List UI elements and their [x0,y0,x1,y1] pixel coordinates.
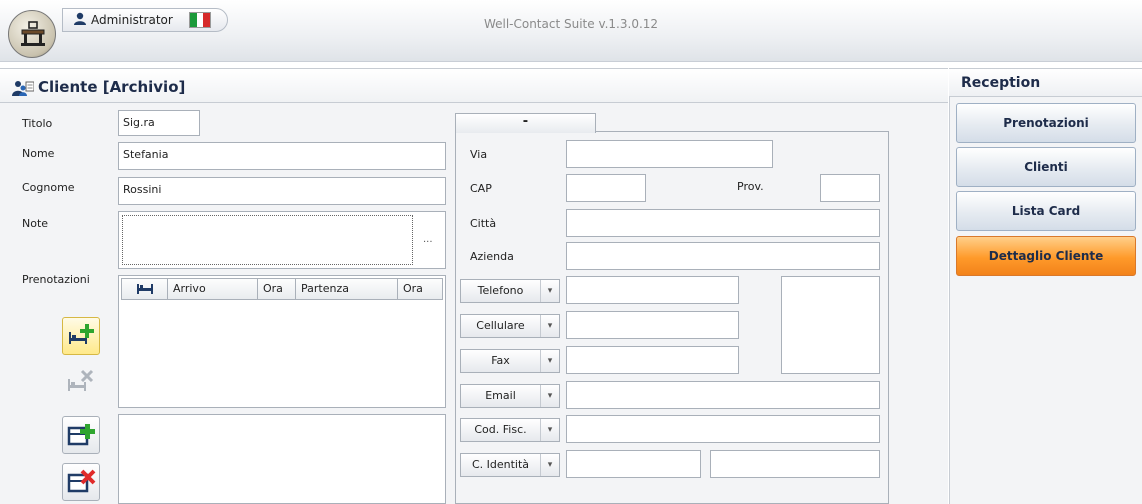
c-identita-label: C. Identità [461,454,541,476]
add-card-button[interactable] [62,416,100,454]
nome-label: Nome [22,147,55,160]
note-field-box: ... [118,211,446,269]
cap-field[interactable] [566,174,646,202]
cognome-label: Cognome [22,181,75,194]
dropdown-arrow-icon: ▾ [547,391,553,401]
reservations-grid[interactable]: Arrivo Ora Partenza Ora [118,275,446,408]
reservations-grid-header: Arrivo Ora Partenza Ora [121,278,443,300]
cellulare-label: Cellulare [461,315,541,337]
remove-card-button[interactable] [62,463,100,501]
contact-notes-field[interactable] [781,276,880,374]
titolo-label: Titolo [22,117,53,130]
cellulare-field[interactable] [566,311,739,339]
c-identita-dropdown[interactable]: C. Identità ▾ [460,453,560,477]
cognome-field[interactable]: Rossini [118,177,446,205]
nav-clienti-button[interactable]: Clienti [956,147,1136,187]
titolo-field[interactable]: Sig.ra [118,110,200,136]
cellulare-dropdown[interactable]: Cellulare ▾ [460,314,560,338]
dropdown-arrow-icon: ▾ [547,460,553,470]
nav-dettaglio-cliente-button[interactable]: Dettaglio Cliente [956,236,1136,276]
cod-fisc-label: Cod. Fisc. [461,419,541,441]
c-identita-field[interactable] [566,450,701,478]
cod-fisc-dropdown[interactable]: Cod. Fisc. ▾ [460,418,560,442]
email-field[interactable] [566,381,880,409]
telefono-dropdown[interactable]: Telefono ▾ [460,279,560,303]
cards-list[interactable] [118,414,446,504]
note-field[interactable] [122,215,413,265]
dropdown-arrow-icon: ▾ [547,356,553,366]
via-label: Via [470,148,488,161]
c-identita-extra-field[interactable] [710,450,880,478]
note-label: Note [22,217,49,230]
prov-field[interactable] [820,174,880,202]
add-reservation-button[interactable] [62,317,100,355]
via-field[interactable] [566,140,773,168]
dropdown-arrow-icon: ▾ [547,286,553,296]
column-ora-arrivo[interactable]: Ora [258,279,296,299]
cod-fisc-field[interactable] [566,415,880,443]
telefono-field[interactable] [566,276,739,304]
fax-field[interactable] [566,346,739,374]
column-arrivo[interactable]: Arrivo [168,279,258,299]
remove-reservation-button[interactable] [62,365,100,403]
app-title: Well-Contact Suite v.1.3.0.12 [483,17,659,31]
email-label: Email [461,385,541,407]
add-reservation-icon [69,324,94,344]
prenotazioni-label: Prenotazioni [22,273,90,286]
address-tab[interactable]: - [455,113,596,133]
email-dropdown[interactable]: Email ▾ [460,384,560,408]
nav-prenotazioni-button[interactable]: Prenotazioni [956,103,1136,143]
telefono-label: Telefono [461,280,541,302]
remove-card-icon [67,469,96,493]
add-card-icon [67,424,95,446]
fax-label: Fax [461,350,541,372]
remove-reservation-icon [68,369,94,391]
column-partenza[interactable]: Partenza [296,279,398,299]
bed-icon [122,279,168,299]
page-title: Cliente [Archivio] [38,78,186,96]
nav-lista-card-button[interactable]: Lista Card [956,191,1136,231]
column-ora-partenza[interactable]: Ora [398,279,442,299]
azienda-label: Azienda [470,250,514,263]
fax-dropdown[interactable]: Fax ▾ [460,349,560,373]
cap-label: CAP [470,182,492,195]
citta-field[interactable] [566,209,880,237]
dropdown-arrow-icon: ▾ [547,321,553,331]
note-more-button[interactable]: ... [423,234,433,245]
prov-label: Prov. [737,180,764,193]
nome-field[interactable]: Stefania [118,142,446,170]
reception-title: Reception [961,75,1041,91]
client-card-icon [12,81,34,96]
dropdown-arrow-icon: ▾ [547,425,553,435]
azienda-field[interactable] [566,242,880,270]
citta-label: Città [470,217,497,230]
